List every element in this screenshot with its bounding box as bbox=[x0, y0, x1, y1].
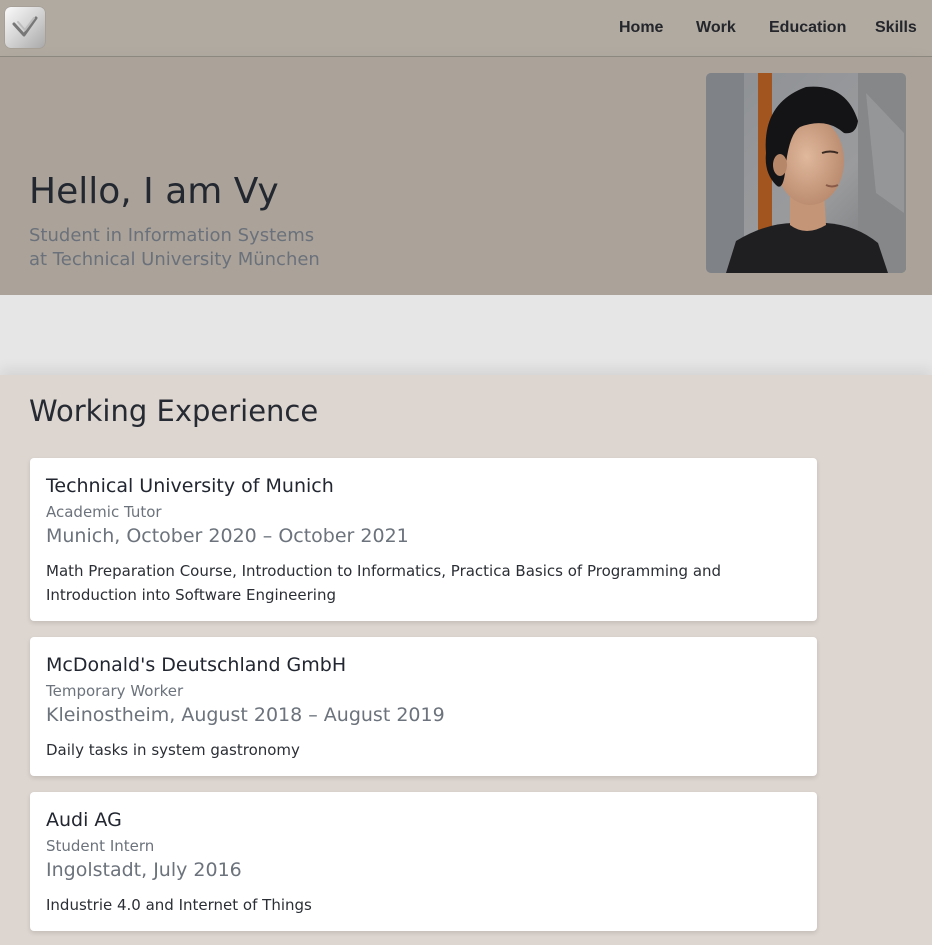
hero-subtitle: Student in Information Systems at Techni… bbox=[29, 224, 320, 272]
job-role: Temporary Worker bbox=[46, 682, 184, 700]
profile-photo-image bbox=[706, 73, 906, 273]
job-card: McDonald's Deutschland GmbH Temporary Wo… bbox=[30, 637, 817, 776]
hero-subtitle-line-2: at Technical University München bbox=[29, 249, 320, 270]
hero-title: Hello, I am Vy bbox=[29, 171, 279, 212]
job-location-date: Kleinostheim, August 2018 – August 2019 bbox=[46, 704, 445, 726]
hero-section: Hello, I am Vy Student in Information Sy… bbox=[0, 57, 932, 295]
site-logo[interactable] bbox=[5, 7, 45, 48]
job-location-date: Ingolstadt, July 2016 bbox=[46, 859, 242, 881]
job-description: Daily tasks in system gastronomy bbox=[46, 741, 300, 759]
job-location-date: Munich, October 2020 – October 2021 bbox=[46, 525, 409, 547]
profile-photo bbox=[706, 73, 906, 273]
job-description: Math Preparation Course, Introduction to… bbox=[46, 562, 722, 604]
work-section: Working Experience Technical University … bbox=[0, 375, 932, 945]
job-company: McDonald's Deutschland GmbH bbox=[46, 654, 347, 676]
job-role: Student Intern bbox=[46, 837, 155, 855]
nav-link-education[interactable]: Education bbox=[769, 19, 846, 37]
nav-link-work[interactable]: Work bbox=[696, 19, 736, 37]
section-divider bbox=[0, 295, 932, 375]
navbar: Home Work Education Skills bbox=[0, 0, 932, 57]
job-company: Technical University of Munich bbox=[46, 475, 334, 497]
nav-link-home[interactable]: Home bbox=[619, 19, 663, 37]
job-card: Technical University of Munich Academic … bbox=[30, 458, 817, 621]
logo-chevron-icon bbox=[12, 16, 38, 37]
hero-subtitle-line-1: Student in Information Systems bbox=[29, 225, 315, 246]
job-card: Audi AG Student Intern Ingolstadt, July … bbox=[30, 792, 817, 931]
nav-link-skills[interactable]: Skills bbox=[875, 19, 917, 37]
section-title: Working Experience bbox=[29, 394, 319, 428]
job-company: Audi AG bbox=[46, 809, 122, 831]
job-role: Academic Tutor bbox=[46, 503, 162, 521]
job-description: Industrie 4.0 and Internet of Things bbox=[46, 896, 312, 914]
